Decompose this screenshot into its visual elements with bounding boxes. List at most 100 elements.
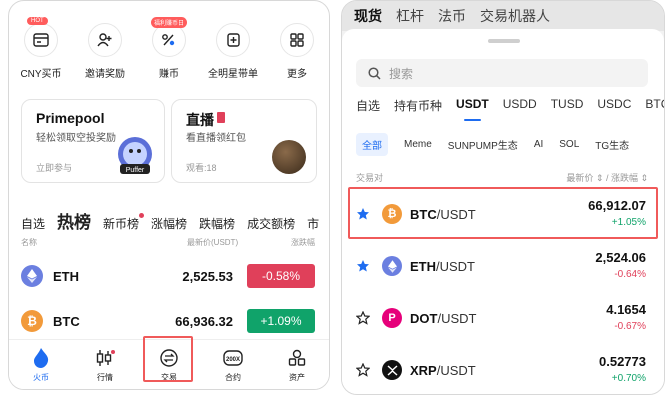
tab-favorites[interactable]: 自选 [356, 97, 380, 121]
market-tabs: 自选 热榜 新币榜 涨幅榜 跌幅榜 成交额榜 市 [21, 208, 319, 233]
quick-action-label: 赚币 [159, 69, 179, 80]
svg-text:200X: 200X [226, 357, 240, 363]
tab-losers[interactable]: 跌幅榜 [199, 215, 235, 232]
tab-label: 新币榜 [103, 217, 140, 231]
flame-icon [31, 348, 51, 368]
tab-fiat[interactable]: 法币 [438, 6, 466, 26]
table-row[interactable]: ETH 2,525.53 -0.58% [21, 263, 315, 289]
tab-gainers[interactable]: 涨幅榜 [151, 215, 187, 232]
table-row[interactable]: ETH/USDT 2,524.06 -0.64% [350, 241, 654, 291]
pair-price: 0.52773 [599, 354, 646, 369]
nav-assets[interactable]: 资产 [273, 340, 321, 389]
tab-favorites[interactable]: 自选 [21, 215, 45, 232]
quick-action-label: 更多 [287, 69, 307, 80]
tab-margin[interactable]: 杠杆 [396, 6, 424, 26]
search-input[interactable]: 搜索 [356, 59, 648, 87]
tab-usdd[interactable]: USDD [503, 97, 537, 121]
assets-icon [287, 348, 307, 368]
tab-holdings[interactable]: 持有币种 [394, 97, 442, 121]
search-placeholder: 搜索 [389, 66, 414, 81]
add-user-icon [88, 23, 122, 57]
quick-action-cny-buy[interactable]: HOT CNY买币 [11, 17, 71, 80]
tab-spot[interactable]: 现货 [354, 6, 382, 26]
table-row[interactable]: XRP/USDT 0.52773 +0.70% [350, 345, 654, 394]
tab-btc[interactable]: BTC [645, 97, 664, 121]
nav-home[interactable]: 火币 [17, 340, 65, 389]
pair-name: DOT/USDT [410, 311, 476, 326]
tab-volume[interactable]: 成交额榜 [247, 215, 295, 232]
quick-action-more[interactable]: 更多 [267, 23, 327, 80]
table-row[interactable]: P DOT/USDT 4.1654 -0.67% [350, 293, 654, 343]
pair-name: XRP/USDT [410, 363, 476, 378]
tab-usdt[interactable]: USDT [456, 97, 489, 121]
card-subtitle: 轻松领取空投奖励 [36, 133, 116, 144]
coin-price: 2,525.53 [182, 268, 233, 284]
pair-base: XRP [410, 362, 437, 378]
new-dot [139, 213, 145, 218]
puffer-logo: Puffer [118, 137, 152, 174]
tab-market[interactable]: 市 [307, 215, 319, 232]
change-badge: -0.58% [247, 264, 315, 288]
filter-sol[interactable]: SOL [559, 139, 579, 150]
card-footer: 立即参与 [36, 163, 73, 173]
tab-tusd[interactable]: TUSD [551, 97, 584, 121]
trade-type-tabs: 现货 杠杆 法币 交易机器人 [342, 1, 664, 31]
search-icon [368, 66, 381, 80]
drag-handle[interactable] [488, 39, 520, 43]
pair-name: ETH/USDT [410, 259, 475, 274]
card-icon [24, 23, 58, 57]
pair-selector-screen: 现货 杠杆 法币 交易机器人 搜索 自选 持有币种 USDT USDD TUSD… [341, 0, 665, 395]
quick-action-copy-trade[interactable]: 全明星带单 [203, 23, 263, 80]
header-pair: 交易对 [356, 173, 384, 183]
quick-action-label: 邀请奖励 [85, 69, 125, 80]
filter-all[interactable]: 全部 [356, 133, 388, 156]
quick-actions: HOT CNY买币 邀请奖励 福利赚币日 赚币 全明星带单 更多 [9, 17, 329, 80]
filter-meme[interactable]: Meme [404, 139, 432, 150]
home-screen: HOT CNY买币 邀请奖励 福利赚币日 赚币 全明星带单 更多 Primepo… [8, 0, 330, 390]
btc-icon: ₿ [21, 310, 43, 332]
filter-sunpump[interactable]: SUNPUMP生态 [448, 137, 518, 152]
list-header: 名称 最新价(USDT) 涨跌幅 [21, 237, 315, 248]
coin-price: 66,936.32 [175, 313, 233, 329]
header-change: 涨跌幅 [291, 238, 315, 247]
filter-ai[interactable]: AI [534, 139, 543, 150]
nav-contract[interactable]: 200X 合约 [209, 340, 257, 389]
pair-quote: /USDT [437, 310, 477, 326]
table-row[interactable]: ₿ BTC 66,936.32 +1.09% [21, 308, 315, 334]
live-card[interactable]: 直播 看直播领红包 观看:18 [171, 99, 317, 183]
header-price: 最新价(USDT) [187, 238, 239, 247]
btc-row-highlight-box [348, 187, 658, 239]
filter-tg[interactable]: TG生态 [595, 137, 629, 152]
xrp-icon [382, 360, 402, 380]
quick-action-invite[interactable]: 邀请奖励 [75, 23, 135, 80]
tab-trading-bot[interactable]: 交易机器人 [480, 6, 550, 26]
category-filter-tabs: 全部 Meme SUNPUMP生态 AI SOL TG生态 [356, 133, 629, 156]
tab-usdc[interactable]: USDC [597, 97, 631, 121]
tab-hot[interactable]: 热榜 [57, 208, 91, 233]
puffer-logo-text: Puffer [126, 167, 145, 174]
pair-price: 4.1654 [606, 302, 646, 317]
star-filled-icon[interactable] [356, 259, 372, 273]
pair-quote: /USDT [436, 362, 476, 378]
dot-icon: P [382, 308, 402, 328]
star-outline-icon[interactable] [356, 311, 372, 325]
tab-new-coins[interactable]: 新币榜 [103, 213, 145, 232]
quick-action-label: CNY买币 [20, 69, 62, 80]
promo-badge: 福利赚币日 [151, 17, 188, 28]
pair-change: -0.67% [614, 321, 646, 332]
pair-base: ETH [410, 258, 436, 274]
trade-highlight-box [143, 336, 193, 382]
copy-trade-icon [216, 23, 250, 57]
primepool-card[interactable]: Primepool 轻松领取空投奖励 立即参与 Puffer [21, 99, 165, 183]
nav-label: 合约 [225, 373, 241, 382]
header-price-change-sort[interactable]: 最新价 ⇕ / 涨跌幅 ⇕ [566, 171, 648, 184]
card-footer: 观看:18 [186, 163, 217, 173]
hot-badge: HOT [27, 17, 48, 25]
nav-market[interactable]: 行情 [81, 340, 129, 389]
star-outline-icon[interactable] [356, 363, 372, 377]
screenshot-stage: HOT CNY买币 邀请奖励 福利赚币日 赚币 全明星带单 更多 Primepo… [0, 0, 668, 395]
pair-change: -0.64% [614, 269, 646, 280]
quick-action-earn[interactable]: 福利赚币日 赚币 [139, 17, 199, 80]
contract-icon: 200X [223, 348, 243, 368]
candlestick-icon [95, 348, 115, 368]
